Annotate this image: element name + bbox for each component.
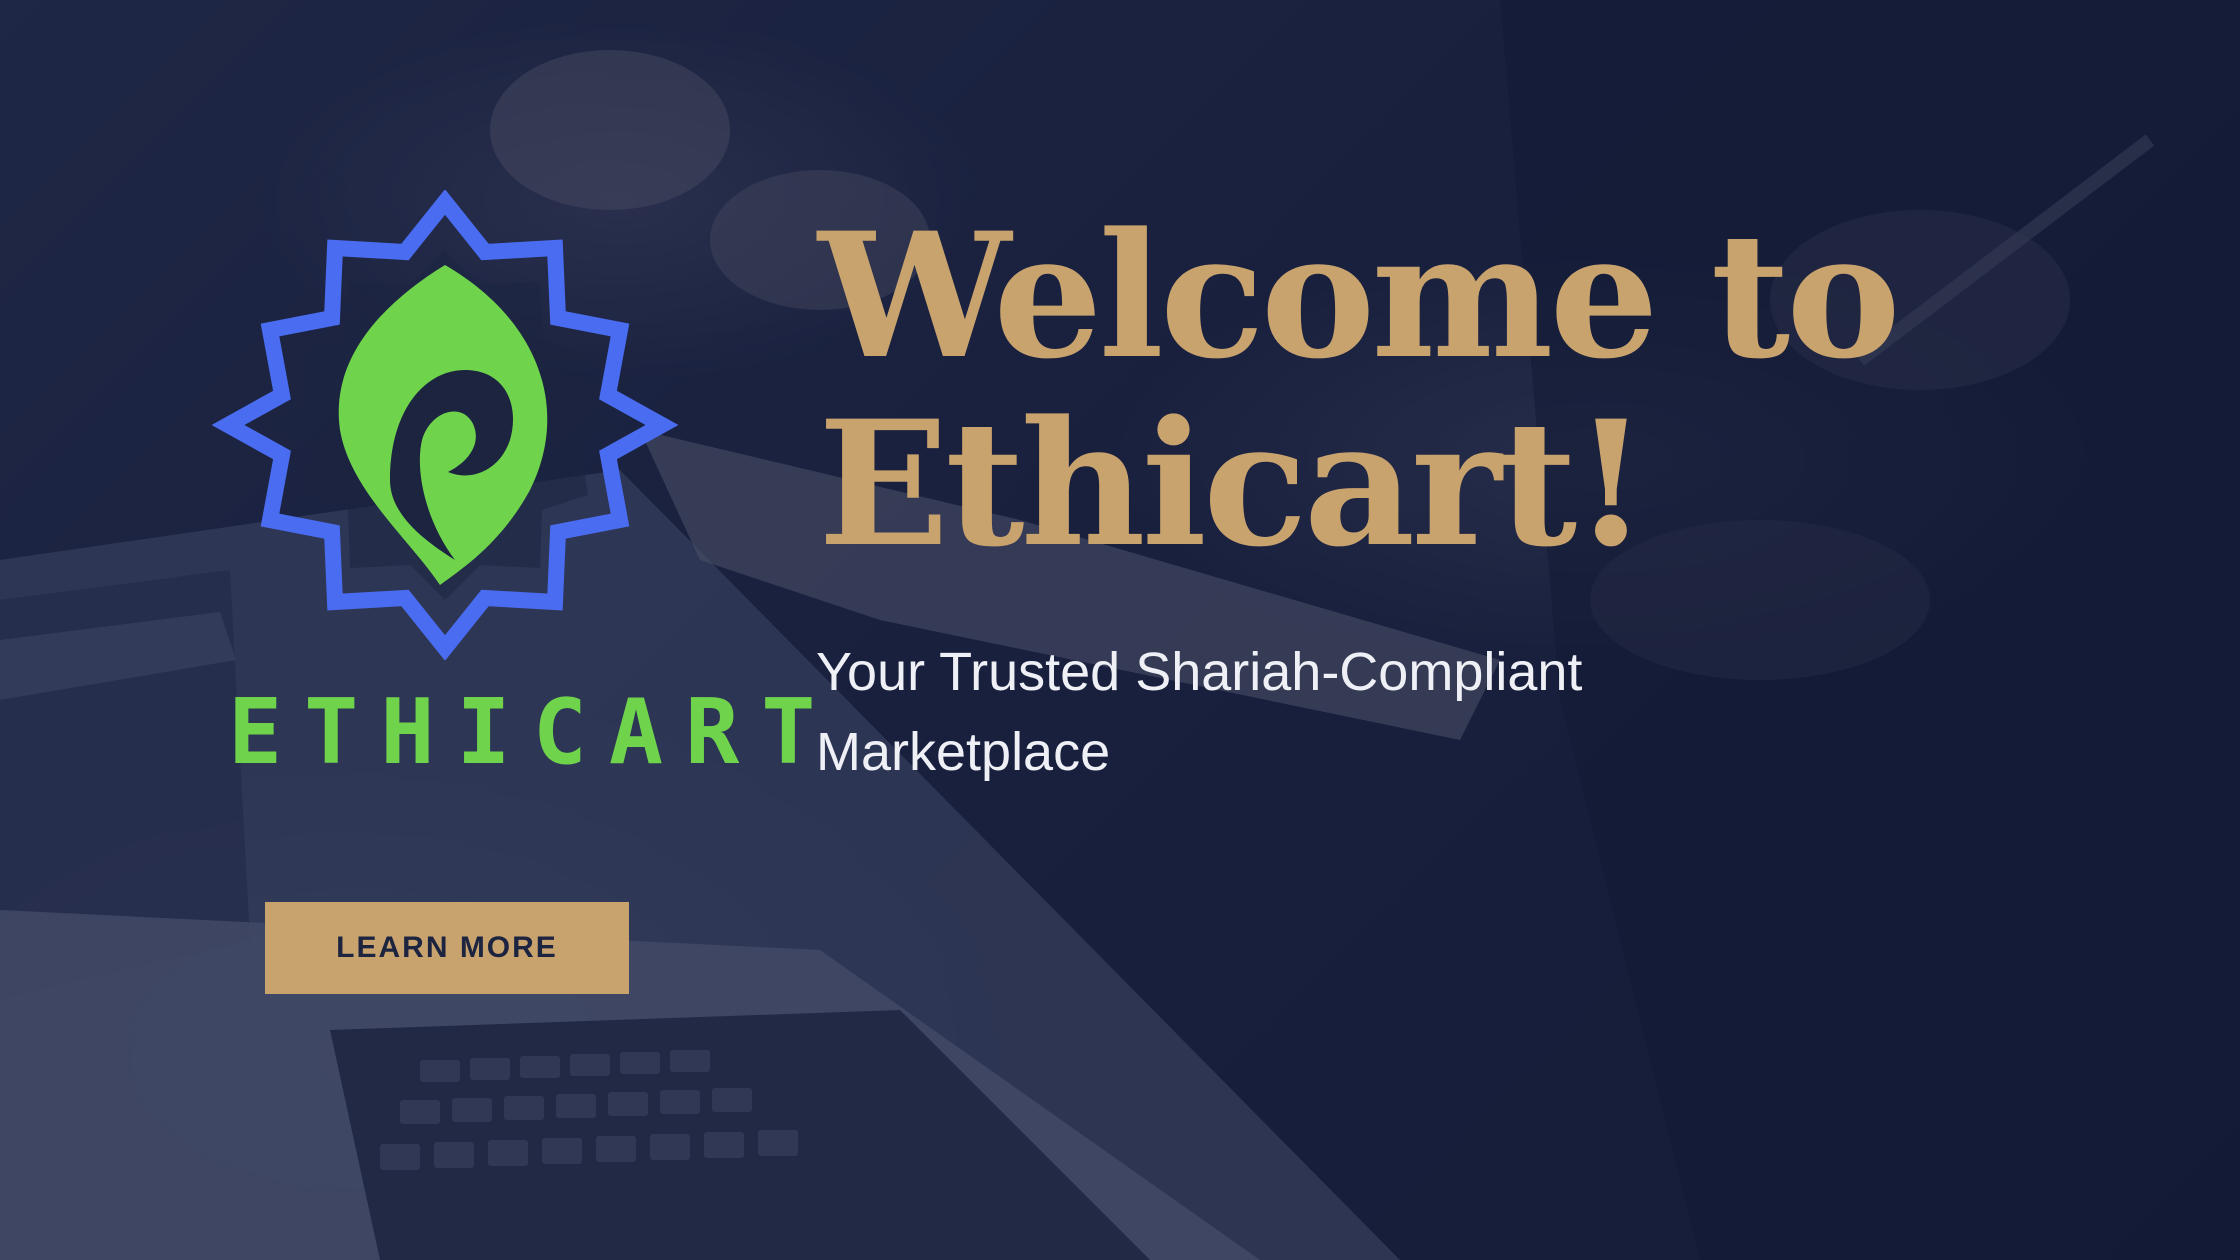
subtitle-line-2: Marketplace — [816, 722, 1111, 782]
hero-headline: Welcome to Ethicart! — [818, 202, 1938, 578]
hero-banner: ETHICART Welcome to Ethicart! Your Trust… — [0, 0, 2240, 1260]
headline-line-1: Welcome to — [818, 194, 1901, 397]
subtitle-line-1: Your Trusted Shariah-Compliant — [816, 642, 1583, 702]
brand-wordmark: ETHICART — [228, 680, 838, 785]
learn-more-button[interactable]: LEARN MORE — [265, 902, 629, 994]
ethicart-logo-icon — [211, 190, 679, 660]
hero-subtitle: Your Trusted Shariah-Compliant Marketpla… — [816, 632, 1776, 792]
headline-line-2: Ethicart! — [818, 382, 1649, 585]
